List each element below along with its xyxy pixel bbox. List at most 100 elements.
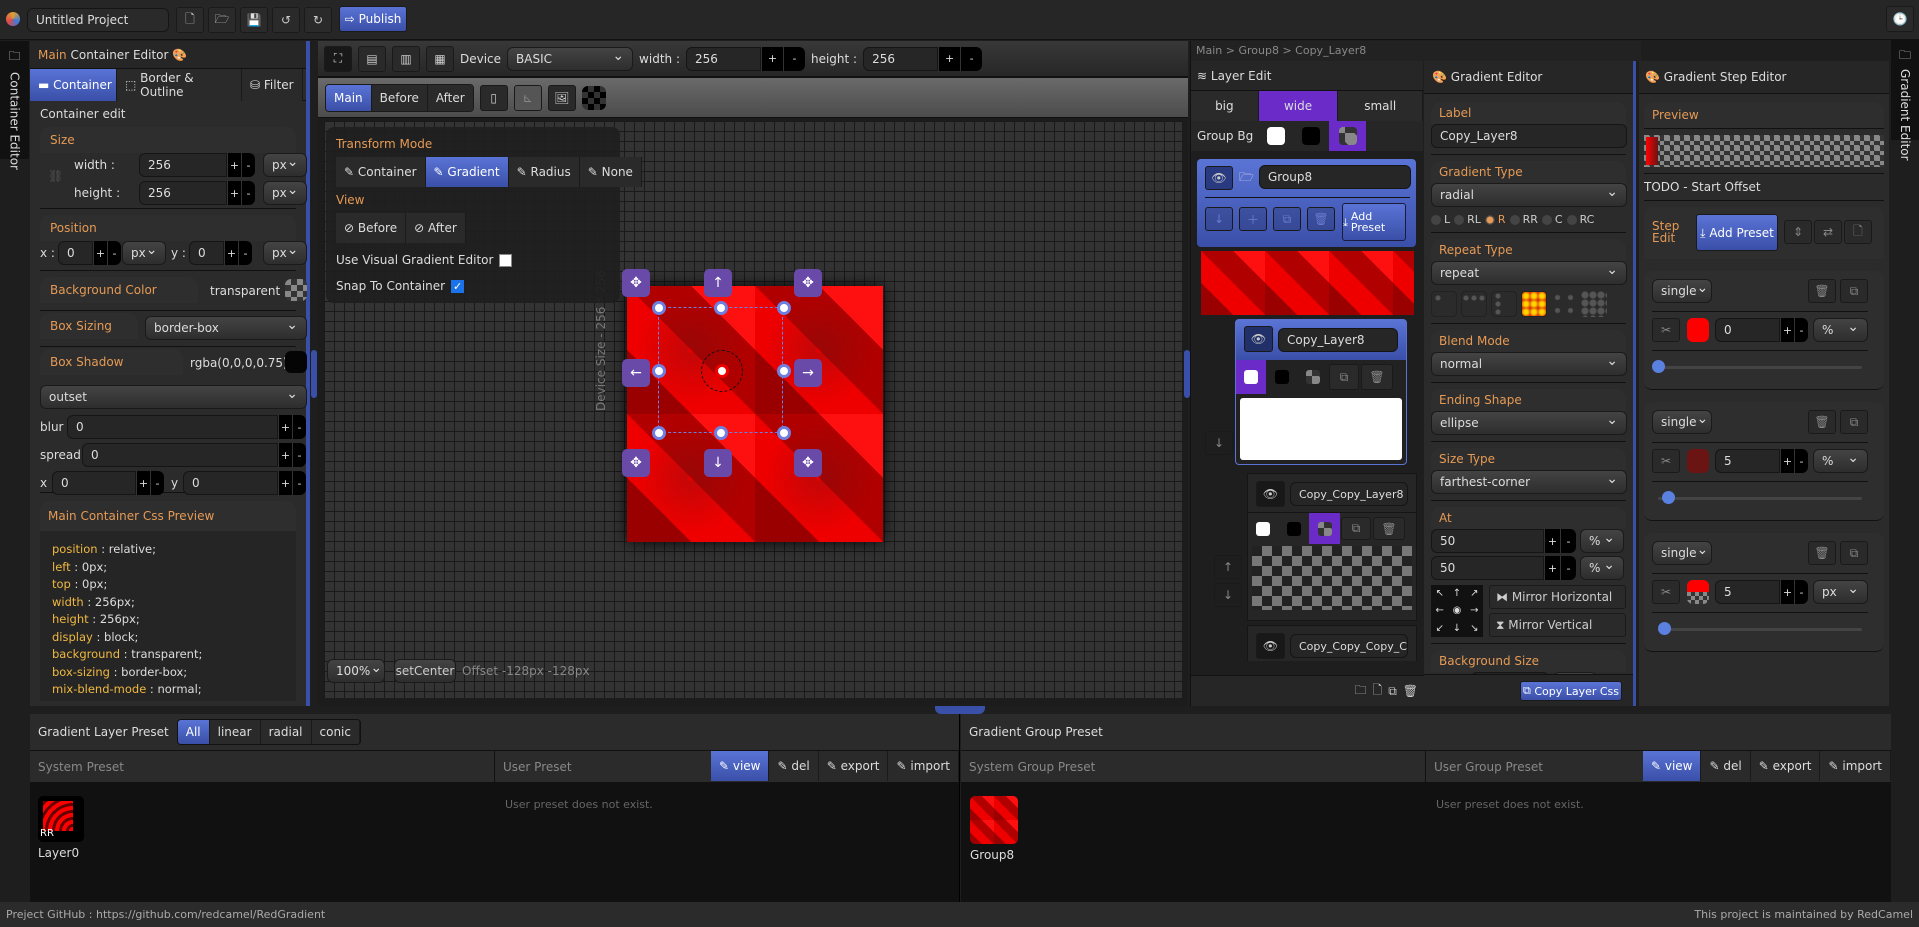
add-step-button[interactable]: 🗋 <box>1844 220 1872 244</box>
canvas-height-minus[interactable]: - <box>960 46 983 71</box>
step-split-button[interactable]: ✂ <box>1652 318 1680 342</box>
align-left-button[interactable]: ▤ <box>358 45 386 72</box>
height-input[interactable]: 256 <box>139 181 227 205</box>
layer-move-up[interactable]: ↑ <box>1214 555 1242 579</box>
preset-view-button[interactable]: ✎ view <box>1642 751 1702 781</box>
x-minus[interactable]: - <box>107 241 121 265</box>
y-plus[interactable]: + <box>224 241 238 265</box>
layer-copy-button[interactable]: ⧉ <box>1329 364 1359 390</box>
group-preset-item[interactable]: Group8 <box>970 796 1020 862</box>
step-add-preset-button[interactable]: ⤓ Add Preset <box>1696 214 1778 251</box>
step-copy-button[interactable]: ⧉ <box>1840 410 1868 434</box>
width-input[interactable]: 256 <box>139 153 227 177</box>
shadow-y-input[interactable]: 0 <box>183 471 278 495</box>
sort-steps-button[interactable]: ⇕ <box>1784 220 1812 244</box>
step-offset-input[interactable]: 0 <box>1715 318 1780 342</box>
step-delete-button[interactable]: 🗑 <box>1808 410 1836 434</box>
canvas-width-minus[interactable]: - <box>782 46 805 71</box>
blur-minus[interactable]: - <box>292 415 306 439</box>
view-tab-after[interactable]: After <box>427 84 473 111</box>
set-center-button[interactable]: setCenter <box>394 659 456 683</box>
layer-name-input[interactable]: Copy_Copy_Copy_Cop <box>1290 634 1408 658</box>
move-handle-bl[interactable]: ✥ <box>622 449 650 477</box>
step-copy-button[interactable]: ⧉ <box>1840 541 1868 565</box>
layer-visibility-toggle[interactable]: 👁 <box>1256 481 1285 507</box>
view-before-toggle[interactable]: ⊘ Before <box>336 213 407 243</box>
step-slider-track[interactable] <box>1658 497 1862 500</box>
blend-mode-select[interactable]: normal <box>1431 352 1627 376</box>
gradient-handle-tr[interactable] <box>777 301 791 315</box>
step-color-swatch[interactable] <box>1687 449 1709 473</box>
spread-input[interactable]: 0 <box>82 443 278 467</box>
step-offset-minus[interactable]: - <box>1794 449 1808 473</box>
step-offset-minus[interactable]: - <box>1794 580 1808 604</box>
device-select[interactable]: BASIC <box>507 46 634 71</box>
preset-filter-linear[interactable]: linear <box>209 720 261 744</box>
layer-bg-black[interactable] <box>1286 521 1301 536</box>
move-up-handle[interactable]: ↑ <box>704 269 732 297</box>
step-mode-select[interactable]: single <box>1652 279 1712 303</box>
at-y-plus[interactable]: + <box>1544 556 1560 580</box>
shadow-x-minus[interactable]: - <box>150 471 164 495</box>
shadow-x-plus[interactable]: + <box>136 471 150 495</box>
new-file-button[interactable]: 🗋 <box>176 7 204 33</box>
tab-container[interactable]: ▬ Container <box>30 69 117 101</box>
step-mode-select[interactable]: single <box>1652 541 1712 565</box>
view-tab-before[interactable]: Before <box>371 84 428 111</box>
group-visibility-toggle[interactable]: 👁 <box>1205 166 1233 190</box>
box-shadow-swatch[interactable] <box>285 351 307 373</box>
step-slider-thumb[interactable] <box>1662 491 1676 504</box>
repeat-option-space[interactable] <box>1551 291 1577 317</box>
fullscreen-button[interactable]: ⛶ <box>324 45 352 72</box>
step-offset-input[interactable]: 5 <box>1715 449 1780 473</box>
footer-github-link[interactable]: Preject GitHub : https://github.com/redc… <box>6 908 325 921</box>
copy-icon[interactable]: ⧉ <box>1388 684 1397 699</box>
mirror-horizontal-button[interactable]: ⧓ Mirror Horizontal <box>1489 585 1626 609</box>
gradient-type-radio-c[interactable]: C <box>1541 213 1563 226</box>
step-offset-plus[interactable]: + <box>1780 318 1794 342</box>
zoom-select[interactable]: 100% <box>327 659 385 683</box>
step-split-button[interactable]: ✂ <box>1652 580 1680 604</box>
mirror-vertical-button[interactable]: ⧗ Mirror Vertical <box>1489 613 1626 637</box>
gradient-type-radio-rr[interactable]: RR <box>1509 213 1538 226</box>
gradient-handle-tc[interactable] <box>714 301 728 315</box>
group-bg-checker[interactable] <box>1338 127 1357 145</box>
size-tab-small[interactable]: small <box>1338 91 1423 121</box>
layer-card[interactable]: 👁 Copy_Copy_Layer8 ⧉ 🗑 <box>1247 473 1417 621</box>
layer-delete-button[interactable]: 🗑 <box>1373 517 1405 540</box>
gradient-handle-br[interactable] <box>777 426 791 440</box>
step-copy-button[interactable]: ⧉ <box>1840 279 1868 303</box>
step-offset-input[interactable]: 5 <box>1715 580 1780 604</box>
group-move-down[interactable]: ↓ <box>1205 207 1233 231</box>
layer-name-input[interactable]: Copy_Copy_Layer8 <box>1290 482 1408 506</box>
canvas-width-plus[interactable]: + <box>760 46 783 71</box>
tab-filter[interactable]: ⛁ Filter <box>242 69 303 101</box>
group-name-input[interactable]: Group8 <box>1259 165 1411 189</box>
preset-view-button[interactable]: ✎ view <box>710 751 770 781</box>
at-x-input[interactable]: 50 <box>1431 529 1544 553</box>
layer-card[interactable]: 👁 Copy_Copy_Copy_Cop <box>1247 625 1417 661</box>
snap-checkbox[interactable]: ✓ <box>451 279 465 293</box>
position-x-input[interactable]: 0 <box>58 241 93 265</box>
layer-bg-white[interactable] <box>1244 370 1258 384</box>
step-slider-thumb[interactable] <box>1658 622 1672 635</box>
layer-bg-checker[interactable] <box>1305 370 1320 384</box>
group-add-layer[interactable]: ＋ <box>1239 207 1267 231</box>
preset-del-button[interactable]: ✎ del <box>769 751 819 781</box>
at-x-plus[interactable]: + <box>1544 529 1560 553</box>
preset-filter-conic[interactable]: conic <box>311 720 360 744</box>
step-unit-select[interactable]: px <box>1813 580 1868 604</box>
layer-delete-button[interactable]: 🗑 <box>1361 364 1393 390</box>
layer-name-input[interactable]: Copy_Layer8 <box>1278 328 1398 352</box>
transform-gradient-button[interactable]: ✎ Gradient <box>425 157 509 187</box>
layer-copy-button[interactable]: ⧉ <box>1341 517 1371 540</box>
direction-grid[interactable]: ↖ ↑ ↗ ← ◉ → ↙ ↓ ↘ <box>1431 585 1483 637</box>
group-copy[interactable]: ⧉ <box>1273 207 1301 231</box>
size-tab-wide[interactable]: wide <box>1258 91 1339 121</box>
repeat-option-round[interactable] <box>1581 291 1607 317</box>
position-x-unit[interactable]: px <box>122 241 166 265</box>
left-resize-handle[interactable] <box>311 350 317 398</box>
preset-export-button[interactable]: ✎ export <box>1750 751 1821 781</box>
step-unit-select[interactable]: % <box>1813 318 1868 342</box>
layer-move-down[interactable]: ↓ <box>1214 583 1242 607</box>
